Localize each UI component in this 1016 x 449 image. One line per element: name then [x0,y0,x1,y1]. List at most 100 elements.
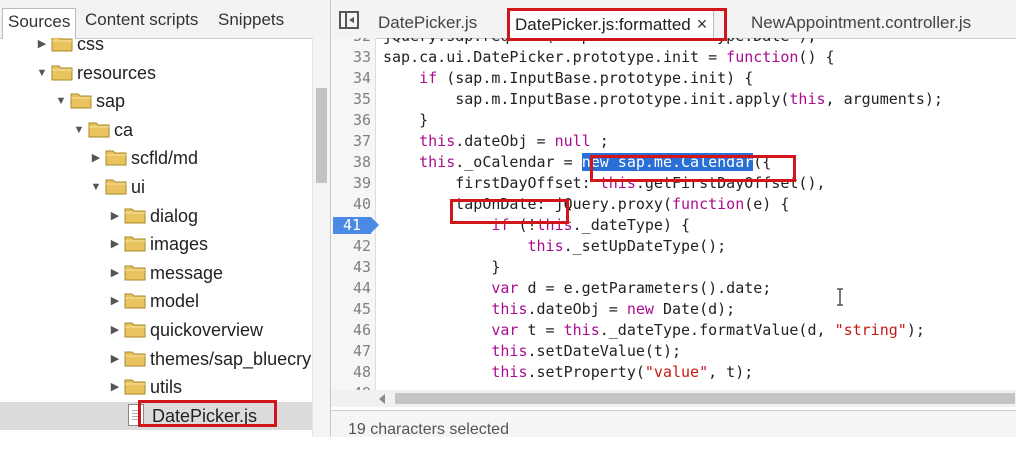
line-number[interactable]: 48 [331,362,371,383]
editor-panel: DatePicker.js DatePicker.js:formatted × N… [331,0,1016,438]
code-line[interactable]: 49 [331,383,1016,390]
line-number[interactable]: 32 [331,38,371,47]
tree-scrollbar-thumb[interactable] [316,88,327,183]
code-text: this.setProperty("value", t); [491,363,754,381]
code-line[interactable]: 39 firstDayOffset: this.getFirstDayOffse… [331,173,1016,194]
tab-content-scripts[interactable]: Content scripts [80,7,203,34]
selection-status: 19 characters selected [348,421,509,438]
folder-icon [105,148,127,166]
code-line[interactable]: 34 if (sap.m.InputBase.prototype.init) { [331,68,1016,89]
tree-item[interactable]: ▶ quickoverview [0,316,312,344]
collapsed-arrow-icon[interactable]: ▶ [109,373,121,401]
tab-datepicker-formatted[interactable]: DatePicker.js:formatted × [508,8,715,39]
close-icon[interactable]: × [697,14,708,34]
code-line[interactable]: 41 if (!this._dateType) { [331,215,1016,236]
toggle-navigator-icon[interactable] [339,11,359,29]
line-number[interactable]: 37 [331,131,371,152]
code-line[interactable]: 40 tapOnDate: jQuery.proxy(function(e) { [331,194,1016,215]
scroll-left-icon[interactable] [379,394,385,404]
tree-item[interactable]: DatePicker.js [0,401,312,430]
code-editor[interactable]: 32 jQuery.sap.require("sap.ca.ui.model.ty… [331,38,1016,390]
tree-item[interactable]: ▶ images [0,230,312,258]
folder-icon [70,91,92,109]
line-number[interactable]: 45 [331,299,371,320]
line-number[interactable]: 43 [331,257,371,278]
tree-item-label: ui [131,177,146,197]
line-number[interactable]: 40 [331,194,371,215]
tab-newappointment-controller[interactable]: NewAppointment.controller.js [751,8,971,38]
code-text: var t = this._dateType.formatValue(d, "s… [491,321,925,339]
horizontal-scrollbar[interactable] [331,390,1016,407]
tree-scrollbar[interactable] [312,38,330,437]
expanded-arrow-icon[interactable]: ▼ [55,87,67,115]
tab-snippets[interactable]: Snippets [213,7,289,34]
folder-icon [124,206,146,224]
line-number[interactable]: 33 [331,47,371,68]
tree-item-label: dialog [150,205,199,226]
tree-item[interactable]: ▼ ui [0,173,312,201]
code-line[interactable]: 46 var t = this._dateType.formatValue(d,… [331,320,1016,341]
tree-item[interactable]: ▶ themes/sap_bluecry [0,345,312,373]
collapsed-arrow-icon[interactable]: ▶ [109,316,121,344]
expanded-arrow-icon[interactable]: ▼ [36,59,48,87]
folder-icon [51,38,73,52]
tree-item[interactable]: ▶ css [0,38,312,58]
tree-item-label: images [150,234,209,255]
collapsed-arrow-icon[interactable]: ▶ [109,259,121,287]
tree-item-label: message [150,262,224,283]
collapsed-arrow-icon[interactable]: ▶ [109,230,121,258]
folder-icon [51,63,73,81]
code-line[interactable]: 42 this._setUpDateType(); [331,236,1016,257]
code-text: jQuery.sap.require("sap.ca.ui.model.type… [383,38,816,47]
code-line[interactable]: 32 jQuery.sap.require("sap.ca.ui.model.ty… [331,38,1016,47]
folder-icon [124,234,146,252]
expanded-arrow-icon[interactable]: ▼ [90,173,102,201]
code-line[interactable]: 38 this._oCalendar = new sap.me.Calendar… [331,152,1016,173]
code-line[interactable]: 47 this.setDateValue(t); [331,341,1016,362]
tree-item[interactable]: ▼ sap [0,87,312,115]
code-line[interactable]: 37 this.dateObj = null ; [331,131,1016,152]
tab-sources[interactable]: Sources [2,8,77,39]
collapsed-arrow-icon[interactable]: ▶ [36,38,48,58]
code-line[interactable]: 33 sap.ca.ui.DatePicker.prototype.init = … [331,47,1016,68]
tree-item-label: sap [96,91,126,112]
tree-item[interactable]: ▶ message [0,259,312,287]
code-line[interactable]: 48 this.setProperty("value", t); [331,362,1016,383]
collapsed-arrow-icon[interactable]: ▶ [90,144,102,172]
tree-item-label: resources [77,62,157,83]
code-line[interactable]: 35 sap.m.InputBase.prototype.init.apply(… [331,89,1016,110]
code-text: tapOnDate: jQuery.proxy(function(e) { [383,195,790,213]
line-number[interactable]: 35 [331,89,371,110]
code-line[interactable]: 44 var d = e.getParameters().date; [331,278,1016,299]
line-number[interactable]: 42 [331,236,371,257]
tree-item[interactable]: ▶ model [0,287,312,315]
line-number[interactable]: 47 [331,341,371,362]
line-number[interactable]: 44 [331,278,371,299]
line-number[interactable]: 46 [331,320,371,341]
collapsed-arrow-icon[interactable]: ▶ [109,202,121,230]
line-number[interactable]: 49 [331,383,371,390]
line-number[interactable]: 38 [331,152,371,173]
tree-item[interactable]: ▶ scfld/md [0,144,312,172]
code-text: this._oCalendar = new sap.me.Calendar({ [419,153,772,171]
breakpoint-marker[interactable]: 41 [333,217,379,234]
tree-item[interactable]: ▶ dialog [0,202,312,230]
tab-datepicker-js[interactable]: DatePicker.js [378,8,477,38]
line-number[interactable]: 39 [331,173,371,194]
code-text: this._setUpDateType(); [527,237,727,255]
tree-item[interactable]: ▼ resources [0,59,312,87]
code-line[interactable]: 45 this.dateObj = new Date(d); [331,299,1016,320]
line-number[interactable]: 36 [331,110,371,131]
horizontal-scrollbar-thumb[interactable] [395,393,1015,404]
collapsed-arrow-icon[interactable]: ▶ [109,345,121,373]
code-text: this.setDateValue(t); [491,342,682,360]
line-number[interactable]: 34 [331,68,371,89]
code-text: sap.m.InputBase.prototype.init.apply(thi… [383,90,943,108]
code-line[interactable]: 43 } [331,257,1016,278]
expanded-arrow-icon[interactable]: ▼ [73,116,85,144]
tree-item[interactable]: ▼ ca [0,116,312,144]
collapsed-arrow-icon[interactable]: ▶ [109,287,121,315]
code-line[interactable]: 36 } [331,110,1016,131]
code-text: if (sap.m.InputBase.prototype.init) { [419,69,754,87]
tree-item[interactable]: ▶ utils [0,373,312,401]
